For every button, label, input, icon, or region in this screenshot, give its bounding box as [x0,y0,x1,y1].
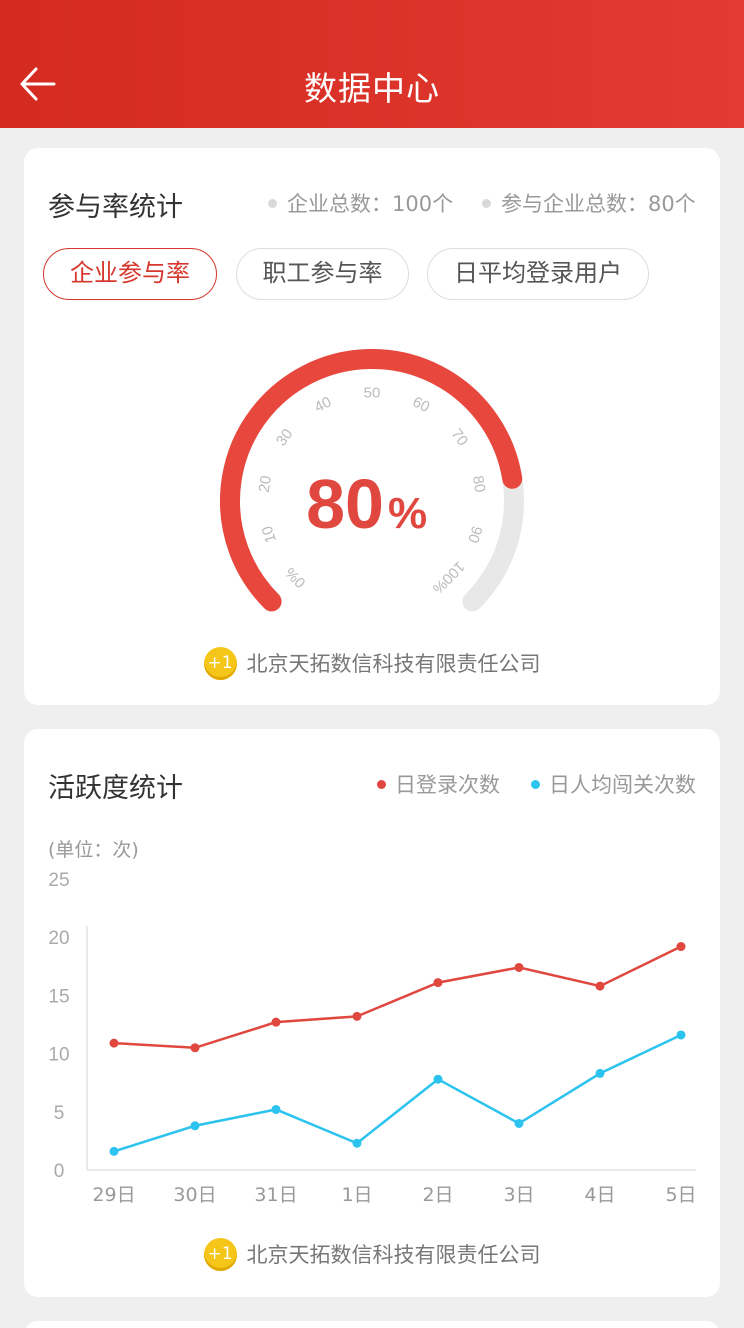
gauge-tick-label: 0% [282,564,309,591]
data-point [271,1104,281,1114]
y-tick-label: 25 [48,870,69,891]
coin-icon [203,646,237,680]
data-point [190,1121,200,1131]
gauge-tick-label: 90 [464,524,485,545]
data-point [109,1038,119,1048]
gauge-tick-label: 50 [364,385,381,402]
x-tick-label: 5日 [665,1184,696,1206]
gauge-value-number: 80 [306,465,384,543]
company-footer: 北京天拓数信科技有限责任公司 [24,1237,720,1273]
y-tick-label: 20 [48,928,69,949]
data-point [190,1043,200,1053]
y-tick-label: 10 [48,1045,69,1066]
y-tick-label: 5 [54,1103,65,1124]
company-name: 北京天拓数信科技有限责任公司 [246,1243,541,1267]
data-point [595,1068,605,1078]
activity-line-chart: 0 5 10 15 20 25 29日 30日 31日 1日 2日 3日 4日 5日 [48,870,696,1206]
data-point [352,1138,362,1148]
data-point [676,942,686,952]
app-header: 数据中心 [0,0,744,128]
company-footer: 北京天拓数信科技有限责任公司 [24,646,720,682]
gauge-tick-label: 70 [448,426,472,449]
x-tick-label: 3日 [503,1184,534,1206]
series-line [113,1033,682,1153]
data-point [433,978,443,988]
gauge-tick-label: 100% [429,558,468,597]
y-tick-label: 15 [48,986,69,1007]
x-tick-label: 30日 [173,1184,216,1206]
data-point [514,1118,524,1128]
data-point [433,1074,443,1084]
data-point [676,1030,686,1040]
participation-card: 参与率统计 企业总数：100个 参与企业总数：80个 企业参与率 职工参与率 日… [24,148,720,705]
x-tick-label: 29日 [92,1184,135,1206]
data-point [595,981,605,991]
x-tick-label: 1日 [341,1184,372,1206]
gauge-tick-label: 10 [259,524,280,545]
data-point [109,1146,119,1156]
x-tick-label: 4日 [584,1184,615,1206]
data-point [271,1017,281,1027]
gauge-tick-label: 60 [410,393,433,416]
gauge-tick-label: 20 [256,475,275,494]
series-line [113,945,682,1050]
gauge-tick-label: 30 [273,426,297,449]
coin-icon [203,1237,237,1271]
x-tick-label: 31日 [254,1184,297,1206]
participation-gauge: 0%10 20 30 40 50 60 70 80 90 100% 80 % [220,349,524,612]
gauge-value-unit: % [388,489,427,538]
next-card [24,1321,720,1328]
data-point [352,1011,362,1021]
activity-card: 活跃度统计 日登录次数 日人均闯关次数 (单位：次) 0 5 10 15 20 25 29日… [24,729,720,1297]
gauge-tick-label: 40 [312,393,335,416]
page-title: 数据中心 [304,69,440,108]
x-tick-label: 2日 [422,1184,453,1206]
company-name: 北京天拓数信科技有限责任公司 [246,652,541,676]
data-point [514,962,524,972]
y-tick-label: 0 [54,1161,65,1182]
gauge-tick-label: 80 [469,475,488,494]
